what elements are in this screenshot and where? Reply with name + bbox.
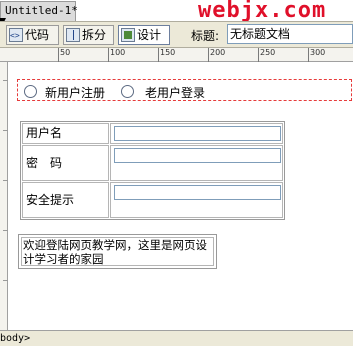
document-tab-label: Untitled-1* [5,4,78,17]
welcome-box[interactable]: 欢迎登陆网页教学网，这里是网页设计学习者的家园 [18,234,217,269]
body-tag[interactable]: body> [0,333,30,344]
tag-selector-bar: body> [0,330,353,346]
password-label: 密 码 [26,156,63,170]
split-view-button[interactable]: 拆分 [63,25,114,45]
ruler-label: 250 [260,48,276,57]
ruler-label: 100 [110,48,126,57]
ruler-label: 50 [60,48,71,57]
password-input[interactable] [114,148,281,163]
username-label-cell: 用户名 [22,123,109,144]
security-hint-input[interactable] [114,185,281,200]
split-view-icon [66,28,80,42]
ruler-tick [3,230,8,231]
password-label-cell: 密 码 [22,145,109,181]
username-input-cell [110,123,283,144]
ruler-tick [3,130,8,131]
design-view-label: 设计 [137,28,162,42]
radio-returning-user-label: 老用户登录 [145,86,206,100]
document-tab[interactable]: Untitled-1* [0,1,78,21]
login-table[interactable]: 用户名 密 码 安全提示 [20,121,285,220]
split-view-label: 拆分 [82,28,107,42]
design-view-icon [121,28,135,42]
welcome-text: 欢迎登陆网页教学网，这里是网页设计学习者的家园 [21,237,214,266]
password-input-cell [110,145,283,181]
design-view-button[interactable]: 设计 [118,25,170,45]
ruler-tick [3,280,8,281]
code-view-button[interactable]: 代码 [6,25,59,45]
radio-new-user-label: 新用户注册 [45,86,106,100]
code-view-label: 代码 [25,28,50,42]
radio-new-user[interactable] [24,85,37,98]
security-hint-label: 安全提示 [26,193,75,207]
code-view-icon [9,27,23,45]
ruler-label: 300 [310,48,326,57]
ruler-tick [3,180,8,181]
username-input[interactable] [114,126,281,141]
watermark: webjx.com [198,0,327,23]
form-region[interactable]: 新用户注册 老用户登录 [17,79,352,101]
ruler-label: 200 [210,48,226,57]
vertical-ruler [0,62,8,330]
ruler-tick [3,80,8,81]
design-canvas[interactable]: 新用户注册 老用户登录 用户名 密 码 安全提示 欢迎登陆网页教学网，这里是网页… [9,62,353,330]
security-hint-label-cell: 安全提示 [22,182,109,218]
radio-returning-user[interactable] [121,85,134,98]
security-hint-input-cell [110,182,283,218]
document-tab-bar: Untitled-1* webjx.com [0,0,353,23]
ruler-label: 150 [160,48,176,57]
page-title-label: 标题: [191,29,220,43]
username-label: 用户名 [26,126,63,140]
horizontal-ruler: 50 100 150 200 250 300 [0,48,353,62]
page-title-input[interactable]: 无标题文档 [227,24,353,44]
